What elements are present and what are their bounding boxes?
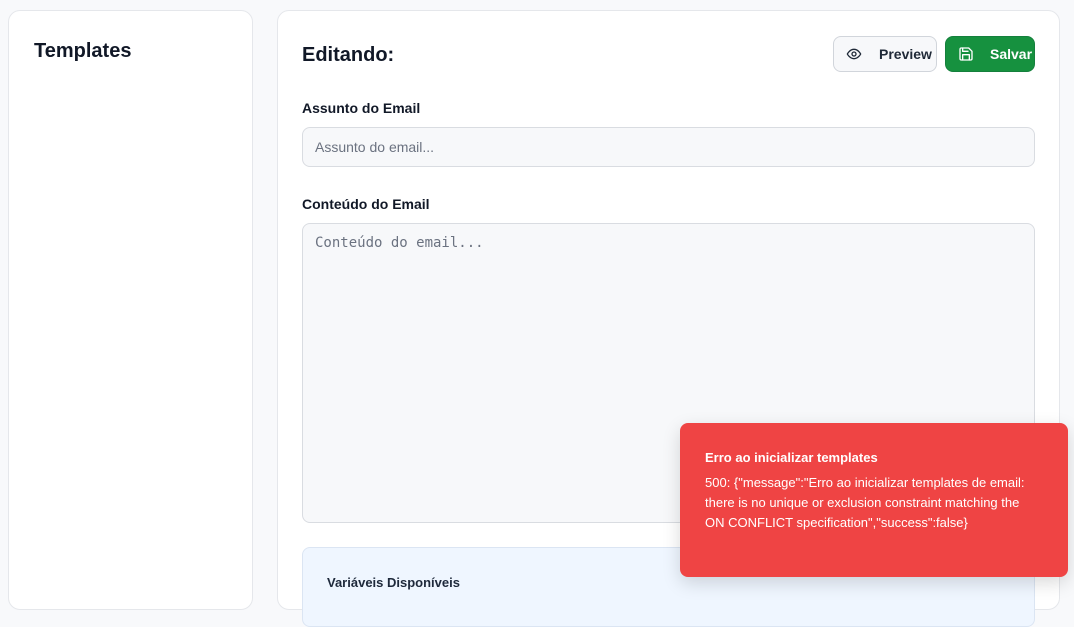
save-button[interactable]: Salvar — [945, 36, 1035, 72]
error-toast[interactable]: Erro ao inicializar templates 500: {"mes… — [680, 423, 1068, 577]
sidebar-title: Templates — [34, 40, 132, 62]
preview-button[interactable]: Preview — [833, 36, 937, 72]
templates-sidebar: Templates — [8, 10, 253, 610]
save-button-label: Salvar — [990, 46, 1033, 62]
floppy-disk-icon — [958, 46, 974, 62]
eye-icon — [846, 46, 862, 62]
content-label: Conteúdo do Email — [302, 196, 430, 212]
available-variables-title: Variáveis Disponíveis — [327, 575, 460, 590]
subject-label: Assunto do Email — [302, 100, 421, 116]
toast-title: Erro ao inicializar templates — [705, 450, 878, 465]
preview-button-label: Preview — [879, 46, 932, 62]
editor-title: Editando: — [302, 44, 395, 66]
subject-input[interactable] — [302, 127, 1035, 167]
toast-message: 500: {"message":"Erro ao inicializar tem… — [705, 475, 1025, 530]
